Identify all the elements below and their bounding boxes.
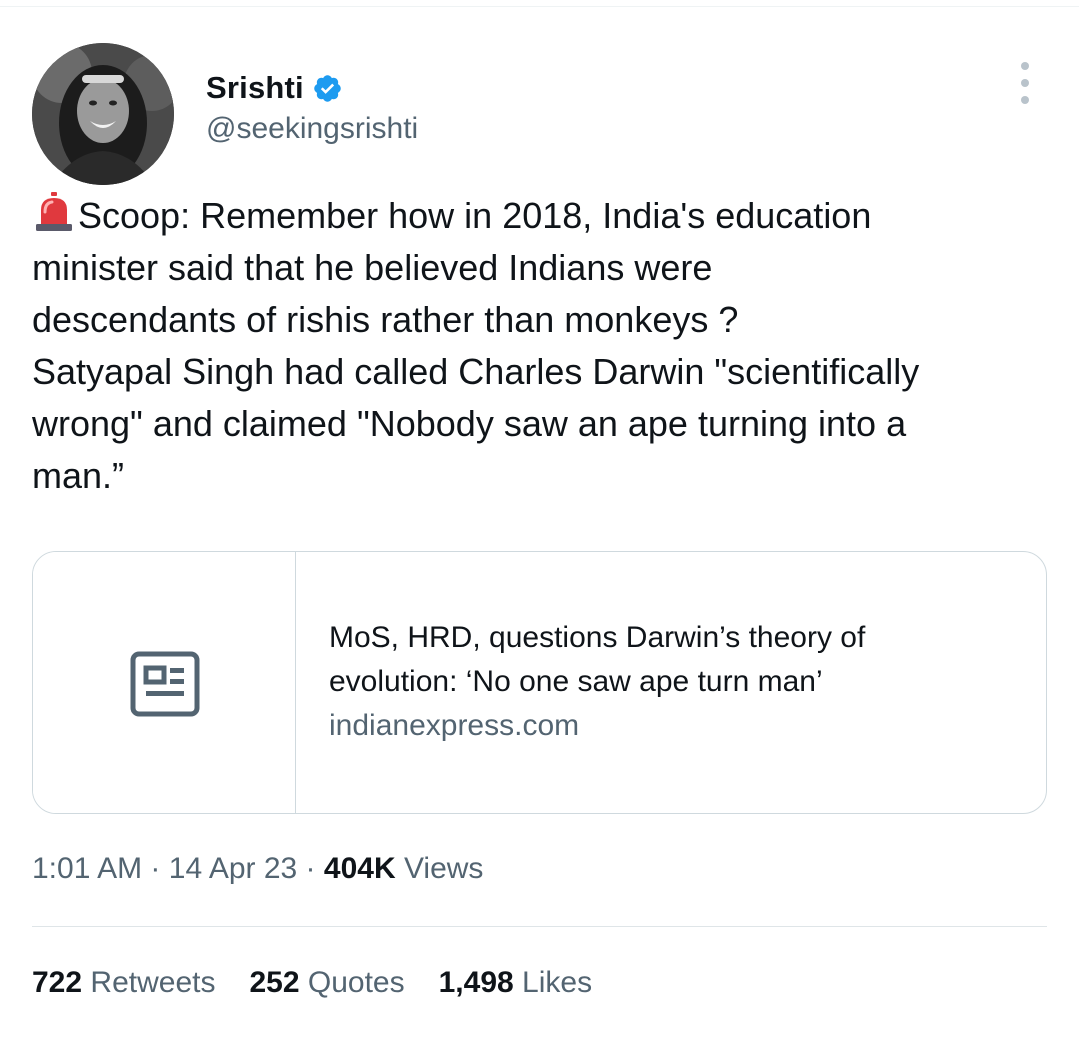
tweet-text-line-6: man.” xyxy=(32,455,125,496)
likes-count: 1,498 xyxy=(438,966,514,999)
likes-stat[interactable]: 1,498 Likes xyxy=(439,966,592,1000)
tweet-time[interactable]: 1:01 AM xyxy=(32,852,142,885)
likes-label: Likes xyxy=(522,966,593,999)
tweet-meta: 1:01 AM · 14 Apr 23 · 404K Views xyxy=(32,852,483,886)
engagement-stats: 722 Retweets 252 Quotes 1,498 Likes xyxy=(32,966,592,1000)
more-options-icon[interactable] xyxy=(1010,62,1040,104)
top-divider xyxy=(0,6,1079,7)
link-preview-card[interactable]: MoS, HRD, questions Darwin’s theory of e… xyxy=(32,551,1047,814)
link-card-title-line-1: MoS, HRD, questions Darwin’s theory of xyxy=(329,621,866,654)
tweet-text-line-1: Scoop: Remember how in 2018, India's edu… xyxy=(78,195,872,236)
tweet-date[interactable]: 14 Apr 23 xyxy=(169,852,297,885)
tweet-text-line: Scoop: Remember how in 2018, India's edu… xyxy=(32,190,1062,242)
quotes-stat[interactable]: 252 Quotes xyxy=(249,966,404,1000)
retweets-label: Retweets xyxy=(90,966,216,999)
tweet-text-line-2: minister said that he believed Indians w… xyxy=(32,247,713,288)
link-card-title-line-2: evolution: ‘No one saw ape turn man’ xyxy=(329,665,823,698)
meta-separator: · xyxy=(150,852,161,885)
user-handle[interactable]: @seekingsrishti xyxy=(206,112,418,146)
author-name-row[interactable]: Srishti xyxy=(206,68,343,108)
verified-badge-icon xyxy=(312,73,343,104)
retweets-stat[interactable]: 722 Retweets xyxy=(32,966,215,1000)
retweets-count: 722 xyxy=(32,966,83,999)
link-card-text: MoS, HRD, questions Darwin’s theory of e… xyxy=(329,616,1029,748)
quotes-count: 252 xyxy=(249,966,300,999)
divider xyxy=(32,926,1047,927)
tweet-text-line-5: wrong" and claimed "Nobody saw an ape tu… xyxy=(32,403,907,444)
tweet-text: Scoop: Remember how in 2018, India's edu… xyxy=(32,190,1062,502)
avatar[interactable] xyxy=(32,43,174,185)
siren-emoji-icon xyxy=(32,190,76,234)
display-name[interactable]: Srishti xyxy=(206,70,304,106)
link-card-domain: indianexpress.com xyxy=(329,709,580,742)
tweet-text-line-4: Satyapal Singh had called Charles Darwin… xyxy=(32,351,920,392)
views-count: 404K xyxy=(323,852,396,885)
link-card-thumbnail xyxy=(33,552,296,813)
views-label: Views xyxy=(403,852,484,885)
meta-separator: · xyxy=(305,852,316,885)
avatar-image xyxy=(32,43,174,185)
quotes-label: Quotes xyxy=(307,966,405,999)
tweet-text-line-3: descendants of rishis rather than monkey… xyxy=(32,299,739,340)
article-icon xyxy=(130,651,200,717)
